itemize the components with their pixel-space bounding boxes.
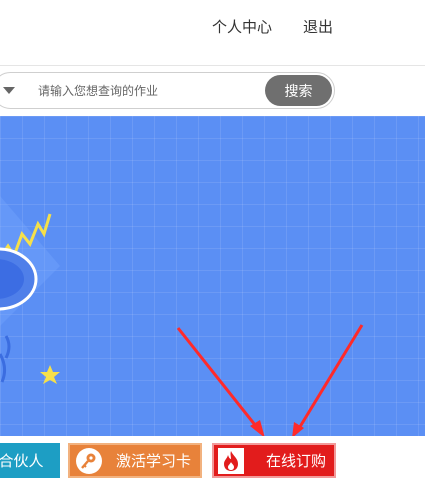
annotation-arrow-left xyxy=(176,327,261,431)
partner-button[interactable]: 合伙人 xyxy=(0,443,60,478)
fire-icon xyxy=(218,447,244,474)
activate-card-button[interactable]: 激活学习卡 xyxy=(68,443,202,478)
order-online-label: 在线订购 xyxy=(266,452,327,470)
activate-card-label: 激活学习卡 xyxy=(116,452,192,470)
search-bar: 搜索 xyxy=(0,72,335,109)
star-icon xyxy=(40,365,60,384)
annotation-arrow-right xyxy=(296,324,364,431)
logout-link[interactable]: 退出 xyxy=(303,16,333,37)
banner-illustration xyxy=(0,196,364,436)
top-nav: 个人中心 退出 xyxy=(0,0,425,66)
search-input[interactable] xyxy=(38,82,253,100)
dropdown-arrow-icon[interactable] xyxy=(3,87,15,94)
promo-banner[interactable] xyxy=(0,116,425,436)
personal-center-link[interactable]: 个人中心 xyxy=(212,16,272,37)
order-online-button[interactable]: 在线订购 xyxy=(212,443,336,478)
key-icon xyxy=(76,447,102,474)
partner-label: 合伙人 xyxy=(0,452,44,470)
search-button[interactable]: 搜索 xyxy=(265,75,332,106)
